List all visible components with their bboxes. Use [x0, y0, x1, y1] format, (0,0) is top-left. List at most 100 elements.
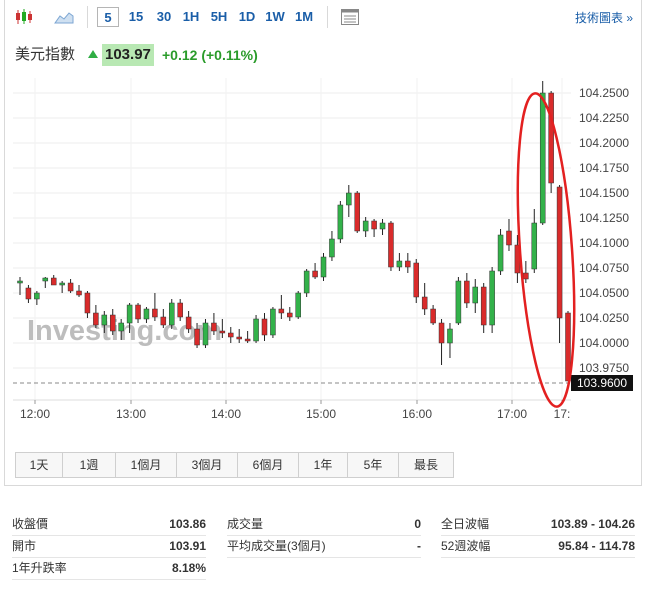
stat-value: - — [417, 539, 421, 553]
candle-body — [337, 204, 344, 240]
candle-body — [388, 222, 394, 268]
timeframe-1w[interactable]: 1W — [263, 7, 287, 27]
timeframe-5[interactable]: 5 — [97, 7, 119, 27]
candle — [312, 263, 318, 279]
candle — [531, 209, 538, 273]
range-1w[interactable]: 1週 — [63, 453, 116, 477]
candle — [506, 219, 512, 251]
stat-label: 全日波幅 — [441, 517, 490, 531]
stat-value: 0 — [414, 517, 421, 531]
y-tick-label: 103.9750 — [579, 361, 629, 375]
candle-body — [177, 302, 183, 318]
range-max[interactable]: 最長 — [399, 453, 453, 477]
candle-body — [405, 260, 411, 268]
stat-value: 8.18% — [171, 561, 206, 575]
candle-body — [59, 282, 65, 286]
y-axis: 104.2500 104.2250 104.2000 104.1750 104.1500… — [579, 86, 629, 375]
candle-body — [160, 316, 167, 326]
candle-body — [34, 292, 40, 300]
candle-body — [93, 312, 99, 326]
candle — [59, 281, 65, 293]
range-1d[interactable]: 1天 — [16, 453, 63, 477]
y-tick-label: 104.0500 — [579, 286, 629, 300]
x-tick-label: 17:00 — [497, 407, 527, 421]
candle — [354, 191, 360, 233]
candle — [480, 283, 487, 333]
x-tick-label: 14:00 — [211, 407, 241, 421]
timeframe-1h[interactable]: 1H — [180, 7, 202, 27]
candle-body — [118, 322, 124, 332]
stat-value: 103.89 - 104.26 — [550, 517, 635, 531]
candle-body — [270, 308, 276, 336]
candle-body — [261, 318, 268, 336]
candle-body — [194, 328, 200, 346]
candlestick-type-icon[interactable] — [13, 7, 35, 27]
candle-body — [472, 286, 479, 304]
stat-value: 103.91 — [169, 539, 206, 553]
candle — [497, 229, 504, 275]
instrument-name: 美元指數 — [15, 46, 76, 63]
candle-body — [219, 330, 226, 334]
candle-body — [430, 308, 436, 324]
candle-body — [354, 192, 360, 232]
stat-label: 52週波幅 — [441, 539, 491, 553]
stat-value: 103.86 — [169, 517, 206, 531]
timeframe-5h[interactable]: 5H — [207, 7, 231, 27]
y-tick-label: 104.1250 — [579, 211, 629, 225]
y-tick-label: 104.1750 — [579, 161, 629, 175]
divider — [12, 579, 206, 580]
range-3m[interactable]: 3個月 — [177, 453, 238, 477]
range-1y[interactable]: 1年 — [299, 453, 348, 477]
candle — [405, 253, 411, 273]
candle — [253, 315, 259, 343]
stat-close: 收盤價 103.86 — [12, 514, 206, 534]
stat-label: 成交量 — [227, 517, 264, 531]
candle-body — [228, 332, 234, 338]
candle — [244, 331, 251, 343]
candle-body — [109, 314, 116, 332]
candle — [42, 277, 49, 288]
area-chart-icon[interactable] — [53, 7, 75, 27]
candle-body — [25, 287, 32, 300]
range-5y[interactable]: 5年 — [348, 453, 399, 477]
candle-body — [455, 280, 462, 324]
price-chart[interactable]: Investing.com 104.2500104.2250104.200010… — [5, 70, 641, 432]
technical-chart-link[interactable]: 技術圖表 » — [575, 9, 633, 26]
candle-body — [438, 322, 445, 344]
candle-body — [185, 316, 192, 330]
candle-body — [556, 186, 563, 319]
stat-1y-change: 1年升跌率 8.18% — [12, 558, 206, 578]
range-1m[interactable]: 1個月 — [116, 453, 177, 477]
candle — [464, 273, 470, 308]
y-tick-label: 104.2000 — [579, 136, 629, 150]
timeframe-15[interactable]: 15 — [125, 7, 147, 27]
chart-widget: 5 15 30 1H 5H 1D 1W 1M 技術圖表 » 美元指數 103.9… — [4, 0, 642, 486]
candle — [109, 309, 116, 335]
candle — [438, 319, 445, 365]
stat-label: 收盤價 — [12, 517, 49, 531]
candle — [421, 283, 428, 315]
candle — [320, 253, 327, 281]
candle-body — [312, 270, 318, 278]
candle — [455, 277, 462, 325]
candle — [236, 329, 242, 343]
stat-open: 開市 103.91 — [12, 536, 206, 556]
candle — [472, 279, 479, 313]
toolbar-divider — [327, 6, 328, 28]
timeframe-1d[interactable]: 1D — [236, 7, 258, 27]
timeframe-1m[interactable]: 1M — [292, 7, 316, 27]
candle-body — [42, 277, 49, 282]
candle-body — [278, 308, 285, 314]
candle-body — [413, 262, 419, 298]
candle-body — [379, 222, 386, 230]
candle — [362, 217, 369, 237]
candle-body — [447, 328, 453, 344]
range-6m[interactable]: 6個月 — [238, 453, 299, 477]
timeframe-30[interactable]: 30 — [152, 7, 176, 27]
last-price: 103.97 — [102, 44, 154, 66]
candle — [152, 293, 158, 321]
candle-body — [480, 286, 487, 326]
candle — [489, 267, 495, 333]
table-view-icon[interactable] — [339, 7, 361, 27]
stat-label: 平均成交量(3個月) — [227, 539, 326, 553]
